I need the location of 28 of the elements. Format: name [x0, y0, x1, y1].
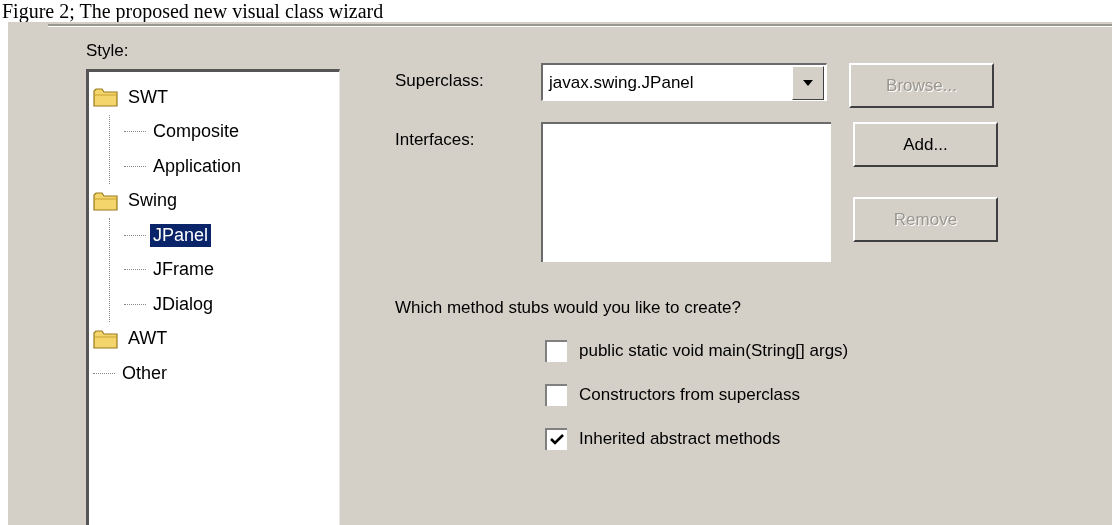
tree-item[interactable]: JDialog: [150, 292, 217, 316]
tree-item[interactable]: JPanel: [150, 223, 212, 247]
dropdown-icon[interactable]: [792, 65, 824, 100]
add-button[interactable]: Add...: [853, 122, 998, 167]
folder-icon: [93, 87, 119, 108]
tree-item[interactable]: Swing: [125, 189, 181, 213]
folder-icon: [93, 190, 119, 211]
option-label: Constructors from superclass: [579, 385, 801, 405]
tree-item[interactable]: Other: [119, 361, 171, 385]
check-icon: [550, 434, 564, 446]
checkbox[interactable]: [545, 340, 567, 362]
option-label: public static void main(String[] args): [579, 341, 849, 361]
tree-item[interactable]: AWT: [125, 327, 171, 351]
style-label: Style:: [86, 41, 130, 61]
tree-item[interactable]: JFrame: [150, 258, 217, 282]
superclass-combo[interactable]: javax.swing.JPanel: [541, 63, 827, 101]
question-text: Which method stubs would you like to create?: [395, 298, 742, 318]
figure-caption: Figure 2; The proposed new visual class wizard: [1, 0, 385, 22]
checkbox[interactable]: [545, 384, 567, 406]
tree-item[interactable]: Composite: [150, 120, 243, 144]
option-label: Inherited abstract methods: [579, 429, 781, 449]
interfaces-list[interactable]: [541, 122, 831, 262]
checkbox[interactable]: [545, 428, 567, 450]
interfaces-label: Interfaces:: [395, 130, 475, 149]
folder-icon: [93, 328, 119, 349]
tree-item[interactable]: Application: [150, 154, 245, 178]
tree-item[interactable]: SWT: [125, 85, 171, 109]
superclass-label: Superclass:: [395, 71, 484, 90]
